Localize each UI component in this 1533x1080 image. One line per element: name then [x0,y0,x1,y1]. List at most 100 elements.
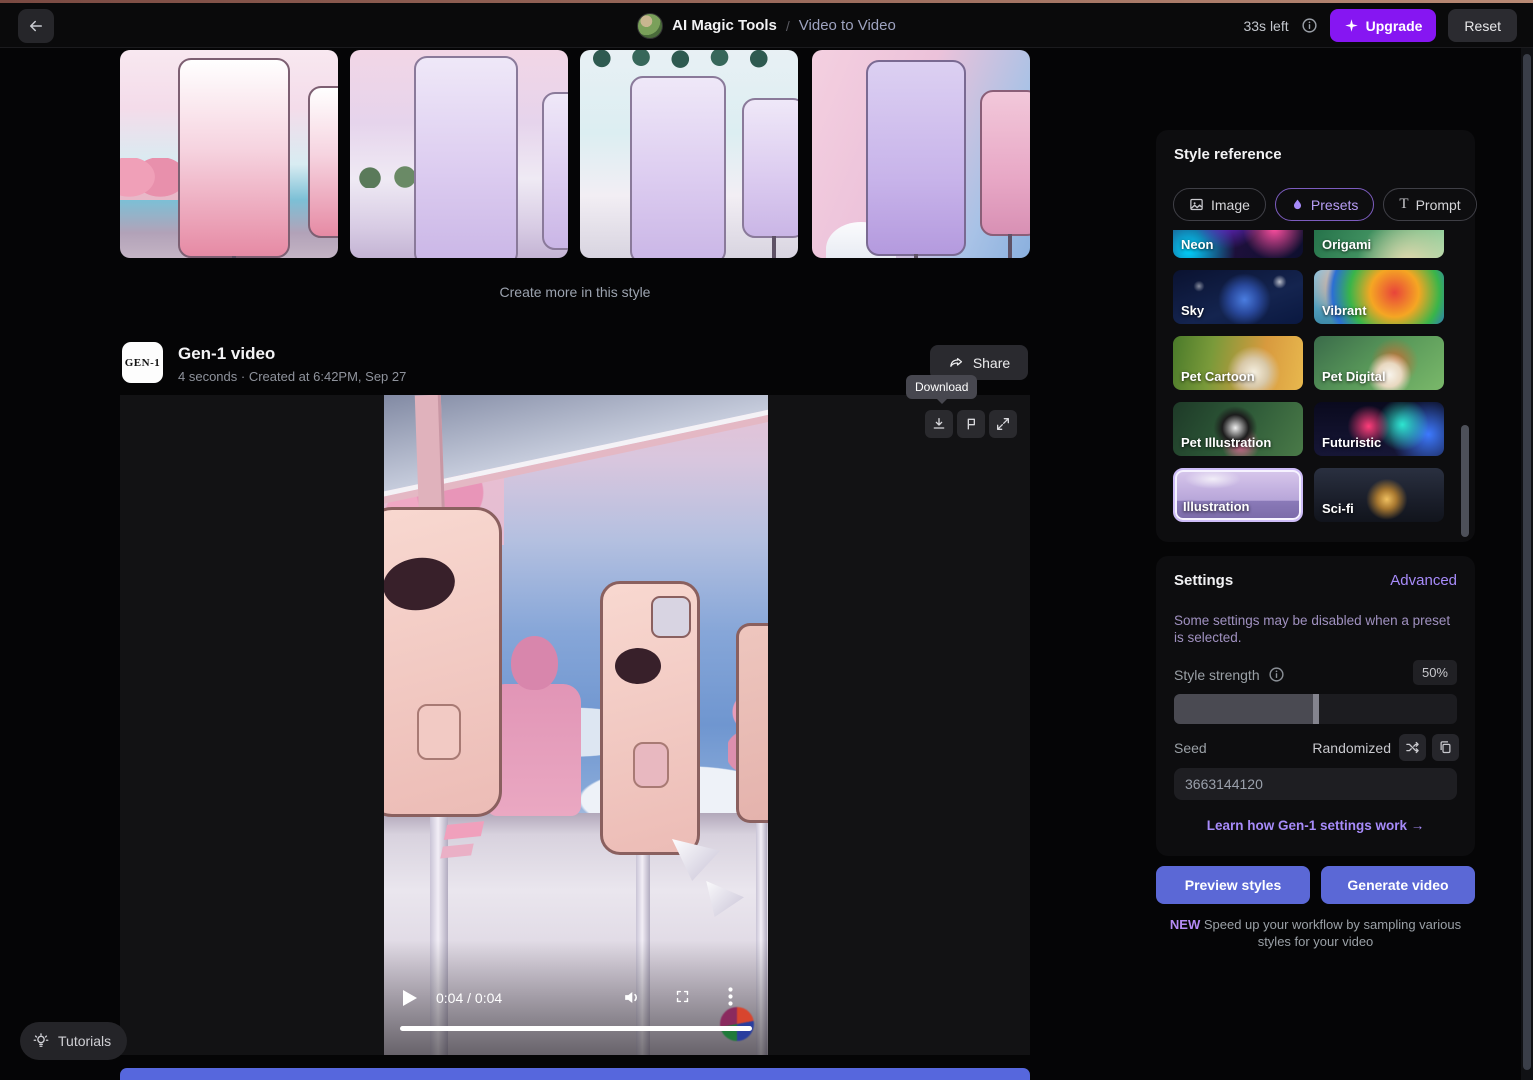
slider-fill [1174,694,1316,724]
preset-label: Origami [1322,237,1371,252]
preset-grid: Neon Origami Sky Vibrant Pet Cartoon Pet Digi… [1173,230,1445,522]
image-icon [1189,197,1204,212]
more-options-button[interactable] [728,987,733,1006]
new-feature-note: NEW Speed up your workflow by sampling v… [1156,916,1475,950]
video-art-kiosk-hole [384,553,458,615]
advanced-link[interactable]: Advanced [1390,572,1457,589]
top-bar: AI Magic Tools / Video to Video 33s left… [0,3,1533,48]
kebab-icon [728,987,733,1006]
topbar-actions: 33s left Upgrade Reset [1243,3,1517,48]
info-icon[interactable] [1301,17,1318,34]
volume-button[interactable] [622,988,641,1007]
video-art-kiosk-right [600,581,700,855]
download-tooltip: Download [906,375,977,399]
copy-icon [1438,740,1453,755]
gallery-thumbnail-1[interactable] [120,50,338,258]
settings-note: Some settings may be disabled when a pre… [1174,612,1458,646]
video-art-kiosk-hole [615,648,661,684]
preset-tile-pet-digital[interactable]: Pet Digital [1314,336,1444,390]
video-art-kiosk-notch [651,596,691,638]
learn-settings-link[interactable]: Learn how Gen-1 settings work → [1156,818,1475,833]
create-more-link[interactable]: Create more in this style [120,284,1030,300]
tutorials-label: Tutorials [58,1033,111,1049]
preview-styles-button[interactable]: Preview styles [1156,866,1310,904]
video-progress-bar[interactable] [400,1026,752,1031]
tab-presets-label: Presets [1311,197,1358,213]
tutorials-button[interactable]: Tutorials [20,1022,127,1060]
preset-label: Vibrant [1322,303,1367,318]
reset-button[interactable]: Reset [1448,9,1517,42]
upgrade-label: Upgrade [1366,18,1423,34]
preset-tile-vibrant[interactable]: Vibrant [1314,270,1444,324]
download-button[interactable] [925,410,953,438]
thumbnail-art [308,86,338,238]
slider-thumb[interactable] [1313,694,1319,724]
fullscreen-icon [674,988,691,1005]
video-art-kiosk-left [384,507,502,817]
gallery-thumbnail-3[interactable] [580,50,798,258]
preset-label: Pet Digital [1322,369,1386,384]
tab-image[interactable]: Image [1173,188,1266,221]
preset-tile-futuristic[interactable]: Futuristic [1314,402,1444,456]
download-icon [931,416,947,432]
thumbnail-art [742,98,798,238]
bottom-panel-edge[interactable] [120,1068,1030,1080]
style-strength-value: 50% [1413,660,1457,685]
style-strength-text: Style strength [1174,667,1260,683]
style-strength-label: Style strength [1174,666,1285,683]
droplet-icon [1291,197,1304,212]
copy-seed-button[interactable] [1432,734,1459,761]
preset-label: Sci-fi [1322,501,1354,516]
flag-icon [963,416,979,432]
thumbnail-art [542,92,568,250]
upgrade-button[interactable]: Upgrade [1330,9,1437,42]
settings-panel: Settings Advanced Some settings may be d… [1156,556,1475,856]
sparkle-icon [1344,18,1359,33]
generate-video-button[interactable]: Generate video [1321,866,1475,904]
shuffle-seed-button[interactable] [1399,734,1426,761]
preset-tile-illustration[interactable]: Illustration [1173,468,1303,522]
preset-tile-pet-illustration[interactable]: Pet Illustration [1173,402,1303,456]
preset-scrollbar-thumb[interactable] [1461,425,1469,537]
preset-tile-sci-fi[interactable]: Sci-fi [1314,468,1444,522]
play-button[interactable] [402,989,418,1007]
style-strength-slider[interactable] [1174,694,1457,724]
video-meta: 4 seconds · Created at 6:42PM, Sep 27 [178,369,406,384]
breadcrumb-separator: / [786,18,790,34]
tab-prompt-label: Prompt [1416,197,1461,213]
page-scrollbar [1521,48,1533,1080]
credits-left-label: 33s left [1243,18,1288,34]
page-scrollbar-thumb[interactable] [1523,54,1531,1070]
preset-tile-origami[interactable]: Origami [1314,230,1444,258]
settings-title: Settings [1174,572,1233,589]
gallery-thumbnail-2[interactable] [350,50,568,258]
page-title: Video to Video [799,17,896,34]
tab-prompt[interactable]: T Prompt [1383,188,1476,221]
preset-label: Pet Cartoon [1181,369,1255,384]
preset-tile-neon[interactable]: Neon [1173,230,1303,258]
thumbnail-art [866,60,966,256]
video-frame[interactable]: 0:04 / 0:04 [384,395,768,1055]
seed-input[interactable] [1174,768,1457,800]
app-title: AI Magic Tools [672,17,777,34]
tab-presets[interactable]: Presets [1275,188,1374,221]
app-root: AI Magic Tools / Video to Video 33s left… [0,0,1533,1080]
video-stage: Download [120,395,1030,1055]
text-icon: T [1399,196,1408,213]
gallery-thumbnail-4[interactable] [812,50,1030,258]
seed-mode-label[interactable]: Randomized [1312,740,1391,756]
thumbnail-art [980,90,1030,236]
video-art-kiosk-slot [417,704,461,760]
player-fullscreen-button[interactable] [674,988,691,1005]
info-icon[interactable] [1268,666,1285,683]
app-avatar [637,13,663,39]
flag-button[interactable] [957,410,985,438]
preset-tile-sky[interactable]: Sky [1173,270,1303,324]
preset-tile-pet-cartoon[interactable]: Pet Cartoon [1173,336,1303,390]
preset-label: Pet Illustration [1181,435,1271,450]
video-art-person-hood [511,636,558,690]
style-reference-panel: Style reference Image Presets T Prompt N… [1156,130,1475,542]
expand-button[interactable] [989,410,1017,438]
tab-image-label: Image [1211,197,1250,213]
lightbulb-icon [32,1032,50,1050]
